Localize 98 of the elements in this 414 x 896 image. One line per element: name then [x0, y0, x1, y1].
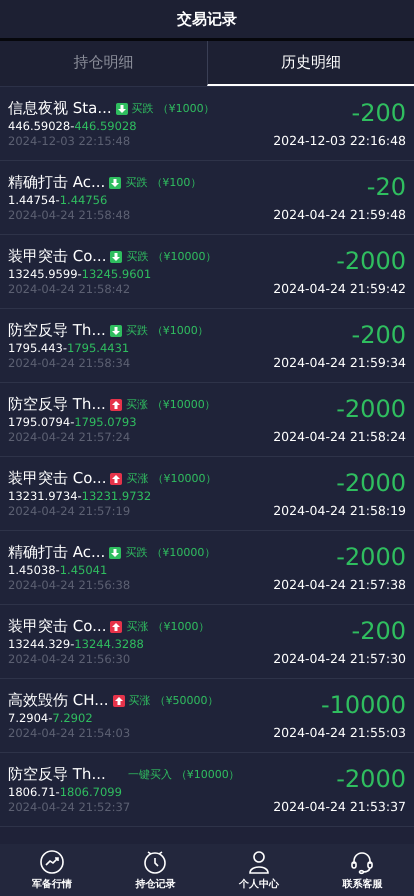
close-time: 2024-04-24 21:57:30	[273, 651, 406, 666]
open-time: 2024-04-24 21:56:30	[8, 652, 132, 666]
page-title: 交易记录	[177, 10, 237, 28]
product-name: 防空反导 Th...	[8, 395, 106, 414]
close-time: 2024-04-24 21:59:34	[273, 355, 406, 370]
direction-tag: 一键买入	[128, 767, 172, 782]
profit-value: -2000	[336, 543, 406, 571]
close-price: 1795.4431	[67, 341, 130, 355]
close-time: 2024-04-24 21:53:37	[273, 799, 406, 814]
tab[interactable]: 持仓明细	[0, 41, 206, 86]
direction-tag: 买涨	[126, 619, 148, 634]
nav-item[interactable]: 持仓记录	[104, 844, 207, 896]
up-arrow-icon	[110, 620, 122, 632]
open-time: 2024-04-24 21:58:34	[8, 356, 132, 370]
down-arrow-icon	[109, 176, 122, 188]
amount-text: （¥10000）	[152, 471, 216, 486]
close-price: 1.44756	[60, 193, 108, 207]
close-time: 2024-04-24 21:58:19	[273, 503, 406, 518]
up-arrow-icon	[110, 472, 122, 484]
profit-value: -2000	[336, 469, 406, 497]
close-price: 7.2902	[52, 711, 93, 725]
profit-value: -200	[352, 617, 406, 645]
open-price: 1806.71-	[8, 785, 60, 799]
up-arrow-icon	[110, 398, 122, 410]
profit-value: -10000	[320, 691, 406, 719]
product-name: 装甲突击 Co...	[8, 469, 106, 488]
timer-icon	[142, 849, 168, 875]
direction-tag: 买跌	[125, 175, 148, 190]
direction-tag: 买跌	[125, 545, 148, 560]
product-name: 防空反导 Th...	[8, 765, 106, 784]
direction-tag: 买涨	[128, 693, 151, 708]
open-price: 13245.9599-	[8, 267, 82, 281]
profit-value: -200	[352, 99, 406, 127]
close-price: 13244.3288	[74, 637, 144, 651]
down-arrow-icon	[116, 102, 128, 114]
profit-value: -2000	[336, 247, 406, 275]
close-time: 2024-12-03 22:16:48	[273, 133, 406, 148]
nav-item[interactable]: 联系客服	[310, 844, 414, 896]
product-name: 信息夜视 Sta...	[8, 99, 112, 118]
amount-text: （¥10000）	[152, 249, 216, 264]
headset-icon	[349, 849, 376, 875]
open-time: 2024-04-24 21:58:42	[8, 282, 132, 296]
close-price: 1.45041	[60, 563, 108, 577]
close-price: 13245.9601	[82, 267, 152, 281]
amount-text: （¥1000）	[158, 101, 215, 116]
open-price: 7.2904-	[8, 711, 52, 725]
open-time: 2024-04-24 21:56:38	[8, 578, 132, 592]
close-time: 2024-04-24 21:55:03	[273, 725, 406, 740]
open-price: 1795.0794-	[8, 415, 74, 429]
profit-value: -20	[366, 173, 406, 201]
amount-text: （¥1000）	[152, 619, 210, 634]
close-price: 1806.7099	[60, 785, 122, 799]
close-time: 2024-04-24 21:57:38	[273, 577, 406, 592]
direction-tag: 买跌	[132, 101, 154, 116]
profit-value: -2000	[336, 395, 406, 423]
open-price: 13231.9734-	[8, 489, 82, 503]
down-arrow-icon	[110, 250, 122, 262]
amount-text: （¥50000）	[154, 693, 219, 708]
close-price: 1795.0793	[74, 415, 137, 429]
product-name: 精确打击 Ac...	[8, 543, 106, 562]
open-time: 2024-04-24 21:57:24	[8, 430, 132, 444]
amount-text: （¥10000）	[151, 545, 216, 560]
close-time: 2024-04-24 21:58:24	[273, 429, 406, 444]
amount-text: （¥1000）	[152, 323, 209, 338]
open-price: 446.59028-	[8, 119, 74, 133]
direction-tag: 买涨	[126, 397, 148, 412]
profit-value: -2000	[336, 765, 406, 793]
open-time: 2024-04-24 21:57:19	[8, 504, 132, 518]
product-name: 装甲突击 Co...	[8, 247, 106, 266]
close-price: 446.59028	[74, 119, 137, 133]
down-arrow-icon	[109, 546, 122, 558]
amount-text: （¥100）	[151, 175, 202, 190]
amount-text: （¥10000）	[176, 767, 240, 782]
open-time: 2024-04-24 21:54:03	[8, 726, 132, 740]
product-name: 防空反导 Th...	[8, 321, 106, 340]
nav-item[interactable]: 军备行情	[0, 844, 104, 896]
close-price: 13231.9732	[82, 489, 152, 503]
nav-item[interactable]: 个人中心	[207, 844, 310, 896]
direction-tag: 买涨	[126, 471, 148, 486]
down-arrow-icon	[110, 324, 122, 336]
product-name: 精确打击 Ac...	[8, 173, 106, 192]
open-price: 1795.443-	[8, 341, 68, 355]
open-price: 1.45038-	[8, 563, 60, 577]
open-time: 2024-04-24 21:58:48	[8, 208, 132, 222]
product-name: 高效毁伤 CH...	[8, 691, 109, 710]
trend-chart-icon	[38, 849, 65, 875]
direction-tag: 买跌	[126, 249, 148, 264]
open-price: 1.44754-	[8, 193, 60, 207]
open-time: 2024-04-24 21:52:37	[8, 800, 132, 814]
open-time: 2024-12-03 22:15:48	[8, 134, 132, 148]
close-time: 2024-04-24 21:59:48	[273, 207, 406, 222]
close-time: 2024-04-24 21:59:42	[273, 281, 406, 296]
direction-tag: 买跌	[126, 323, 148, 338]
product-name: 装甲突击 Co...	[8, 617, 106, 636]
amount-text: （¥10000）	[152, 397, 216, 412]
up-arrow-icon	[112, 694, 125, 706]
profit-value: -200	[352, 321, 406, 349]
open-price: 13244.329-	[8, 637, 74, 651]
